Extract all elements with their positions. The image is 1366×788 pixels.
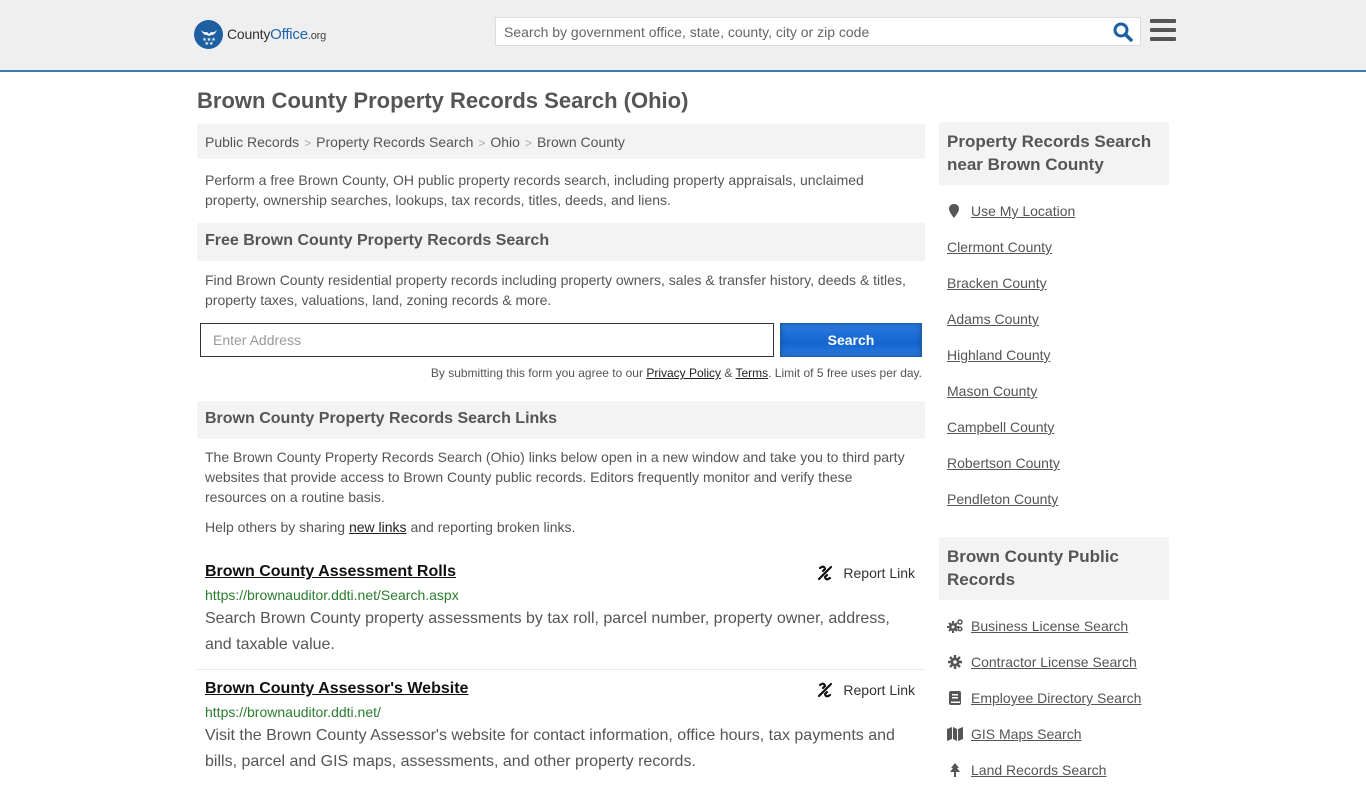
disclaimer-suffix: . Limit of 5 free uses per day.	[768, 366, 922, 380]
nearby-link-highland-county[interactable]: Highland County	[947, 347, 1051, 363]
nearby-link-robertson-county[interactable]: Robertson County	[947, 455, 1060, 471]
broken-link-icon	[818, 682, 833, 698]
links-description: The Brown County Property Records Search…	[205, 449, 905, 505]
report-link-button[interactable]: Report Link	[817, 565, 915, 581]
public-record-item: Land Records Search	[947, 752, 1161, 788]
nearby-item: Clermont County	[947, 229, 1161, 265]
site-search	[495, 17, 1141, 46]
breadcrumb-brown-county[interactable]: Brown County	[537, 134, 625, 150]
nearby-link-mason-county[interactable]: Mason County	[947, 383, 1037, 399]
nearby-link-campbell-county[interactable]: Campbell County	[947, 419, 1054, 435]
map-marker-icon	[949, 204, 959, 218]
book-icon	[947, 691, 963, 705]
nearby-item: Pendleton County	[947, 481, 1161, 517]
site-header: ★★★ ★★ CountyOffice.org	[0, 0, 1366, 72]
list-item: Brown County Assessor's Website Report L…	[197, 670, 925, 786]
cogs-icon	[947, 619, 963, 633]
nearby-link-adams-county[interactable]: Adams County	[947, 311, 1039, 327]
page-title: Brown County Property Records Search (Oh…	[197, 88, 689, 113]
help-prefix: Help others by sharing	[205, 519, 349, 535]
use-location-item: Use My Location	[947, 193, 1161, 229]
nearby-item: Highland County	[947, 337, 1161, 373]
search-icon[interactable]	[1112, 21, 1134, 43]
address-input[interactable]	[200, 323, 774, 357]
nearby-link-clermont-county[interactable]: Clermont County	[947, 239, 1052, 255]
logo-eagle-icon: ★★★ ★★	[194, 20, 223, 49]
privacy-policy-link[interactable]: Privacy Policy	[646, 366, 721, 380]
public-record-item: Employee Directory Search	[947, 680, 1161, 716]
nearby-item: Robertson County	[947, 445, 1161, 481]
gear-icon	[947, 655, 963, 669]
intro-text: Perform a free Brown County, OH public p…	[205, 172, 864, 208]
use-my-location-link[interactable]: Use My Location	[971, 203, 1075, 219]
public-record-item: GIS Maps Search	[947, 716, 1161, 752]
nearby-item: Bracken County	[947, 265, 1161, 301]
breadcrumb-property-records-search[interactable]: Property Records Search	[316, 134, 473, 150]
business-license-search-link[interactable]: Business License Search	[971, 618, 1128, 634]
report-link-label: Report Link	[843, 565, 915, 581]
nearby-item: Adams County	[947, 301, 1161, 337]
help-suffix: and reporting broken links.	[406, 519, 576, 535]
free-search-description: Find Brown County residential property r…	[205, 272, 906, 308]
nearby-item: Campbell County	[947, 409, 1161, 445]
list-item: Brown County Assessment Rolls Report Lin…	[197, 553, 925, 670]
new-links-link[interactable]: new links	[349, 519, 407, 535]
employee-directory-search-link[interactable]: Employee Directory Search	[971, 690, 1141, 706]
report-link-label: Report Link	[843, 682, 915, 698]
hamburger-menu-icon[interactable]	[1150, 19, 1176, 43]
report-link-button[interactable]: Report Link	[817, 682, 915, 698]
breadcrumb-public-records[interactable]: Public Records	[205, 134, 299, 150]
search-button[interactable]: Search	[780, 323, 922, 357]
logo-text: CountyOffice.org	[227, 26, 327, 43]
nearby-item: Mason County	[947, 373, 1161, 409]
main-content: Public Records > Property Records Search > O…	[197, 124, 925, 786]
link-url: https://brownauditor.ddti.net/	[205, 704, 381, 720]
gis-maps-search-link[interactable]: GIS Maps Search	[971, 726, 1082, 742]
breadcrumb-ohio[interactable]: Ohio	[490, 134, 520, 150]
breadcrumb: Public Records > Property Records Search > O…	[197, 124, 925, 159]
map-icon	[947, 727, 963, 741]
links-heading: Brown County Property Records Search Lin…	[197, 401, 925, 439]
public-record-item: Contractor License Search	[947, 644, 1161, 680]
nearby-heading: Property Records Search near Brown Count…	[939, 122, 1169, 185]
link-description: Search Brown County property assessments…	[205, 610, 890, 653]
terms-link[interactable]: Terms	[735, 366, 768, 380]
public-record-item: Business License Search	[947, 608, 1161, 644]
link-title[interactable]: Brown County Assessor's Website	[205, 680, 468, 697]
form-disclaimer: By submitting this form you agree to our…	[197, 366, 925, 380]
broken-link-icon	[818, 565, 833, 581]
sidebar: Property Records Search near Brown Count…	[939, 122, 1169, 788]
site-logo[interactable]: ★★★ ★★ CountyOffice.org	[194, 20, 326, 49]
breadcrumb-separator: >	[478, 136, 486, 150]
nearby-list: Use My Location Clermont County Bracken …	[939, 193, 1169, 517]
public-records-list: Business License Search Contractor Licen…	[939, 608, 1169, 788]
svg-text:★★: ★★	[204, 41, 213, 46]
disclaimer-prefix: By submitting this form you agree to our	[430, 366, 647, 380]
link-url: https://brownauditor.ddti.net/Search.asp…	[205, 587, 459, 603]
public-records-heading: Brown County Public Records	[939, 537, 1169, 600]
address-search-form: Search	[197, 323, 925, 357]
nearby-link-bracken-county[interactable]: Bracken County	[947, 275, 1047, 291]
tree-icon	[947, 763, 963, 777]
link-title[interactable]: Brown County Assessment Rolls	[205, 563, 456, 580]
breadcrumb-separator: >	[304, 136, 312, 150]
free-search-heading: Free Brown County Property Records Searc…	[197, 223, 925, 261]
help-text: Help others by sharing new links and rep…	[197, 517, 925, 537]
breadcrumb-separator: >	[524, 136, 532, 150]
site-search-input[interactable]	[496, 18, 1096, 45]
nearby-link-pendleton-county[interactable]: Pendleton County	[947, 491, 1058, 507]
link-description: Visit the Brown County Assessor's websit…	[205, 727, 895, 770]
links-list: Brown County Assessment Rolls Report Lin…	[197, 553, 925, 786]
contractor-license-search-link[interactable]: Contractor License Search	[971, 654, 1137, 670]
disclaimer-amp: &	[721, 366, 736, 380]
land-records-search-link[interactable]: Land Records Search	[971, 762, 1106, 778]
